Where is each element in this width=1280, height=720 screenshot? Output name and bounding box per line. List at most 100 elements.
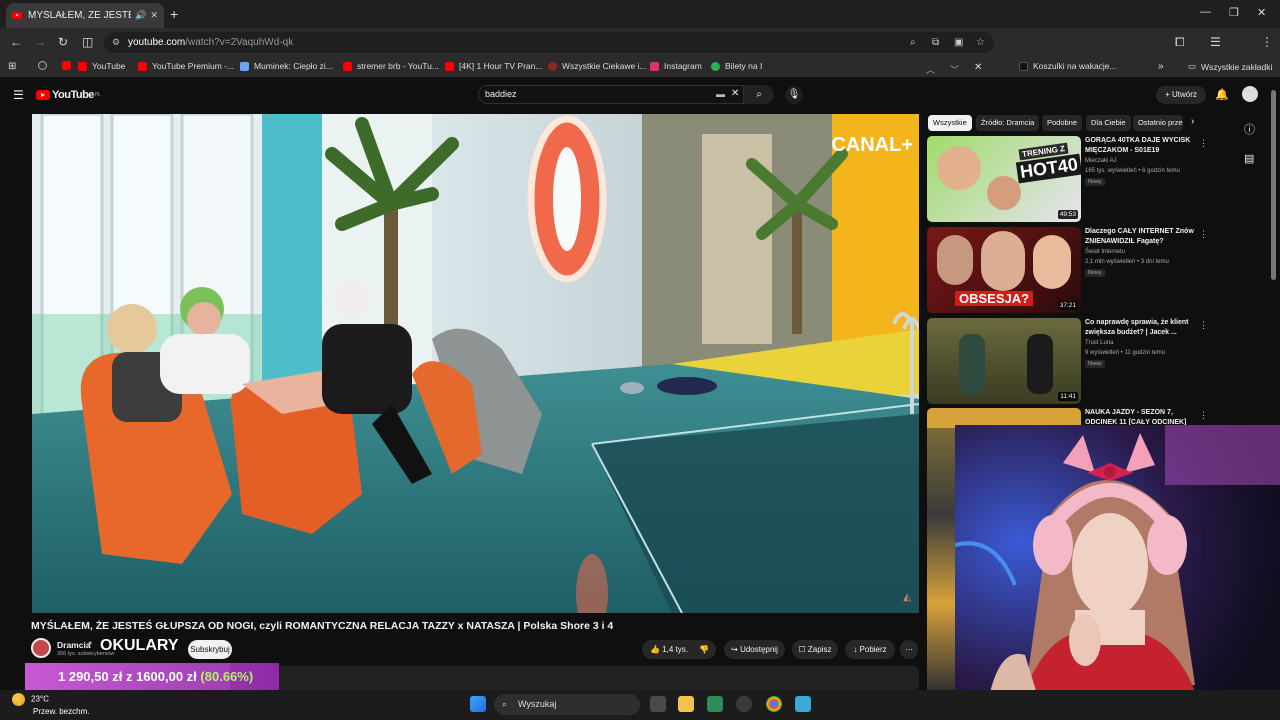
rec-channel[interactable]: Trust Luna	[1085, 340, 1113, 346]
download-button[interactable]: ↓ Pobierz	[845, 640, 895, 659]
weather-widget[interactable]: 23°C Przew. bezchm.	[12, 693, 89, 717]
rec-channel[interactable]: Świat Internetu	[1085, 249, 1125, 255]
thumbs-down-icon[interactable]: 👎	[699, 640, 709, 659]
subscribe-button[interactable]: Subskrybuj	[188, 640, 232, 659]
window-close-icon[interactable]: ✕	[1257, 6, 1266, 19]
reload-icon[interactable]: ↻	[58, 35, 68, 49]
find-prev-icon[interactable]: ︿	[926, 63, 935, 76]
install-icon[interactable]: ▣	[954, 32, 963, 53]
find-next-icon[interactable]: ﹀	[950, 63, 959, 76]
channel-avatar[interactable]	[31, 638, 51, 658]
notepad-icon[interactable]	[795, 696, 811, 712]
bookmark-item[interactable]: Instagram	[650, 61, 702, 71]
rec-menu-icon[interactable]: ⋮	[1199, 410, 1208, 421]
share-button[interactable]: ↪ Udostępnij	[724, 640, 785, 659]
logo-region: PL	[94, 92, 101, 98]
find-close-icon[interactable]: ✕	[974, 62, 982, 73]
more-actions-icon[interactable]: ⋯	[900, 640, 918, 659]
store-icon[interactable]	[707, 696, 723, 712]
save-button[interactable]: ☐ Zapisz	[792, 640, 838, 659]
bookmark-label: Koszulki na wakacje...	[1033, 61, 1117, 71]
apps-grid-icon[interactable]: ⊞	[8, 61, 16, 72]
rec-menu-icon[interactable]: ⋮	[1199, 320, 1208, 331]
search-input[interactable]: baddiez	[478, 85, 744, 104]
bookmark-item[interactable]: Wszystkie Ciekawe i...	[548, 61, 647, 71]
minimize-icon[interactable]: —	[1200, 6, 1211, 18]
rec-title[interactable]: Co naprawdę sprawia, że klient zwiększa …	[1085, 318, 1197, 338]
task-view-icon[interactable]	[650, 696, 666, 712]
rec-menu-icon[interactable]: ⋮	[1199, 138, 1208, 149]
cast-icon[interactable]: ⧉	[932, 32, 939, 53]
recommendation-item[interactable]: OBSESJA? 37:21 Dlaczego CAŁY INTERNET Zn…	[927, 227, 1267, 313]
rec-menu-icon[interactable]: ⋮	[1199, 229, 1208, 240]
rec-title[interactable]: GORĄCA 40TKA DAJE WYCISK MIĘCZAKOM - S01…	[1085, 136, 1197, 156]
chip-recent[interactable]: Ostatnio prze	[1133, 115, 1183, 131]
donation-goal-bar: 1 290,50 zł z 1600,00 zł (80.66%)	[25, 663, 279, 691]
chips-next-icon[interactable]: ›	[1191, 116, 1194, 127]
forward-icon[interactable]: →	[34, 35, 46, 49]
chip-similar[interactable]: Podobne	[1042, 115, 1083, 131]
voice-search-icon[interactable]: 🎙	[785, 86, 803, 104]
new-tab-icon[interactable]: +	[170, 6, 178, 22]
browser-tab[interactable]: MYŚLAŁEM, ŻE JESTEŚ GŁUPSZA OD NOGI 🔊 ✕	[6, 3, 164, 28]
bookmark-item[interactable]: Bilety na I	[711, 61, 762, 71]
recommendation-thumbnails-partial[interactable]	[927, 428, 955, 690]
info-icon[interactable]: ⓘ	[1244, 121, 1255, 137]
extensions-puzzle-icon[interactable]: ⧠	[1175, 35, 1185, 50]
notifications-bell-icon[interactable]: 🔔	[1215, 88, 1229, 101]
bookmark-item[interactable]: YouTube Premium -...	[138, 61, 234, 71]
channel-name[interactable]: Dramcia	[57, 640, 91, 650]
bookmark-item[interactable]: stremer brb - YouTu...	[343, 61, 439, 71]
chip-all[interactable]: Wszystkie	[928, 115, 972, 131]
recommendation-item[interactable]: TRENING Z HOT40 49:53 GORĄCA 40TKA DAJE …	[927, 136, 1267, 222]
youtube-logo[interactable]: YouTube PL	[36, 89, 101, 101]
video-thumbnail[interactable]: OBSESJA? 37:21	[927, 227, 1081, 313]
taskbar-search[interactable]: ⌕ Wyszukaj	[494, 694, 640, 715]
browser-menu-icon[interactable]: ⋮	[1261, 35, 1273, 49]
donation-current: 1 290,50 zł	[58, 669, 123, 684]
zoom-icon[interactable]: ⌕	[910, 32, 916, 53]
bookmark-item[interactable]: [4K] 1 Hour TV Pran...	[445, 61, 542, 71]
app-icon[interactable]	[736, 696, 752, 712]
page-scrollbar[interactable]	[1271, 90, 1276, 280]
create-button[interactable]: + Utwórz	[1156, 86, 1206, 104]
recommendation-item[interactable]: 11:41 Co naprawdę sprawia, że klient zwi…	[927, 318, 1267, 404]
chip-source[interactable]: Źródło: Dramcia	[976, 115, 1040, 131]
bookmark-label: stremer brb - YouTu...	[357, 61, 439, 71]
rec-channel[interactable]: Mieczaki AJ	[1085, 158, 1117, 164]
hamburger-menu-icon[interactable]: ☰	[13, 88, 24, 102]
bookmark-icon[interactable]	[38, 61, 52, 70]
url-field[interactable]: ⚙ youtube.com/watch?v=2VaquhWd-qk ⌕ ⧉ ▣ …	[104, 32, 994, 53]
thumbnail-text: OBSESJA?	[955, 291, 1034, 306]
sidebar-icon[interactable]: ◫	[82, 35, 93, 49]
bookmark-item[interactable]: Muminek: Ciepło zi...	[240, 61, 333, 71]
account-avatar[interactable]	[1242, 86, 1258, 102]
bookmark-item[interactable]: Koszulki na wakacje...	[1019, 61, 1117, 71]
like-button[interactable]: 👍 1,4 tys. 👎	[642, 640, 716, 659]
thumbnail-face	[937, 146, 981, 190]
bookmark-star-icon[interactable]: ☆	[976, 32, 985, 53]
video-thumbnail[interactable]: 11:41	[927, 318, 1081, 404]
more-bookmarks-icon[interactable]: »	[1158, 61, 1164, 72]
video-player[interactable]: CANAL+ ◭	[32, 114, 919, 613]
search-button[interactable]: ⌕	[744, 85, 774, 104]
chrome-icon[interactable]	[766, 696, 782, 712]
chip-for-you[interactable]: Dla Ciebie	[1086, 115, 1131, 131]
bookmark-item[interactable]	[62, 61, 76, 70]
windows-start-icon[interactable]	[470, 696, 486, 712]
keyboard-icon[interactable]: ▬	[716, 89, 725, 99]
back-icon[interactable]: ←	[10, 35, 22, 49]
video-thumbnail[interactable]: TRENING Z HOT40 49:53	[927, 136, 1081, 222]
reading-list-icon[interactable]: ☰	[1210, 35, 1221, 49]
maximize-icon[interactable]: ❐	[1229, 6, 1239, 19]
all-bookmarks-folder[interactable]: ▭ Wszystkie zakładki	[1188, 61, 1272, 72]
new-badge: Nowy	[1085, 269, 1105, 277]
clear-search-icon[interactable]: ✕	[731, 88, 739, 99]
rec-meta: 165 tys. wyświetleń • 6 godzin temu	[1085, 168, 1180, 174]
bookmark-item[interactable]: YouTube	[78, 61, 125, 71]
speaker-icon[interactable]: 🔊	[135, 10, 146, 21]
close-tab-icon[interactable]: ✕	[150, 10, 158, 21]
rec-title[interactable]: Dlaczego CAŁY INTERNET Znów ZNIENAWIDZIŁ…	[1085, 227, 1197, 247]
file-explorer-icon[interactable]	[678, 696, 694, 712]
site-info-icon[interactable]: ⚙	[112, 32, 120, 53]
